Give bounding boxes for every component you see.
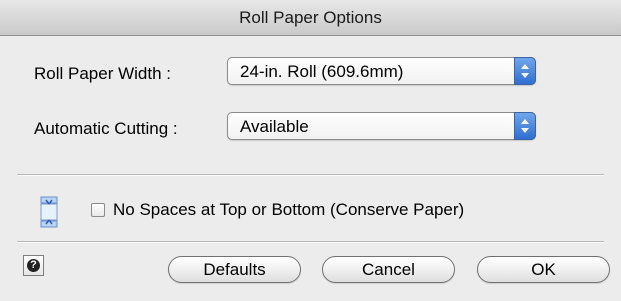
roll-paper-width-popup[interactable]: 24-in. Roll (609.6mm) [227,57,536,85]
help-icon: ? [27,259,40,272]
popup-arrows-icon [514,57,536,85]
roll-paper-width-label: Roll Paper Width : [34,64,171,83]
automatic-cutting-value: Available [240,117,309,136]
separator [17,241,604,243]
dialog-title: Roll Paper Options [239,8,382,27]
conserve-paper-icon [40,196,58,228]
roll-paper-width-value: 24-in. Roll (609.6mm) [240,62,404,81]
cancel-button[interactable]: Cancel [322,256,455,283]
conserve-paper-checkbox[interactable] [91,203,105,217]
defaults-button[interactable]: Defaults [168,256,301,283]
automatic-cutting-label: Automatic Cutting : [34,119,178,138]
popup-arrows-icon [514,112,536,140]
help-button[interactable]: ? [23,255,44,276]
ok-button[interactable]: OK [477,256,610,283]
automatic-cutting-popup[interactable]: Available [227,112,536,140]
separator [17,174,604,176]
conserve-paper-label[interactable]: No Spaces at Top or Bottom (Conserve Pap… [113,200,464,220]
dialog-titlebar: Roll Paper Options [0,0,621,36]
